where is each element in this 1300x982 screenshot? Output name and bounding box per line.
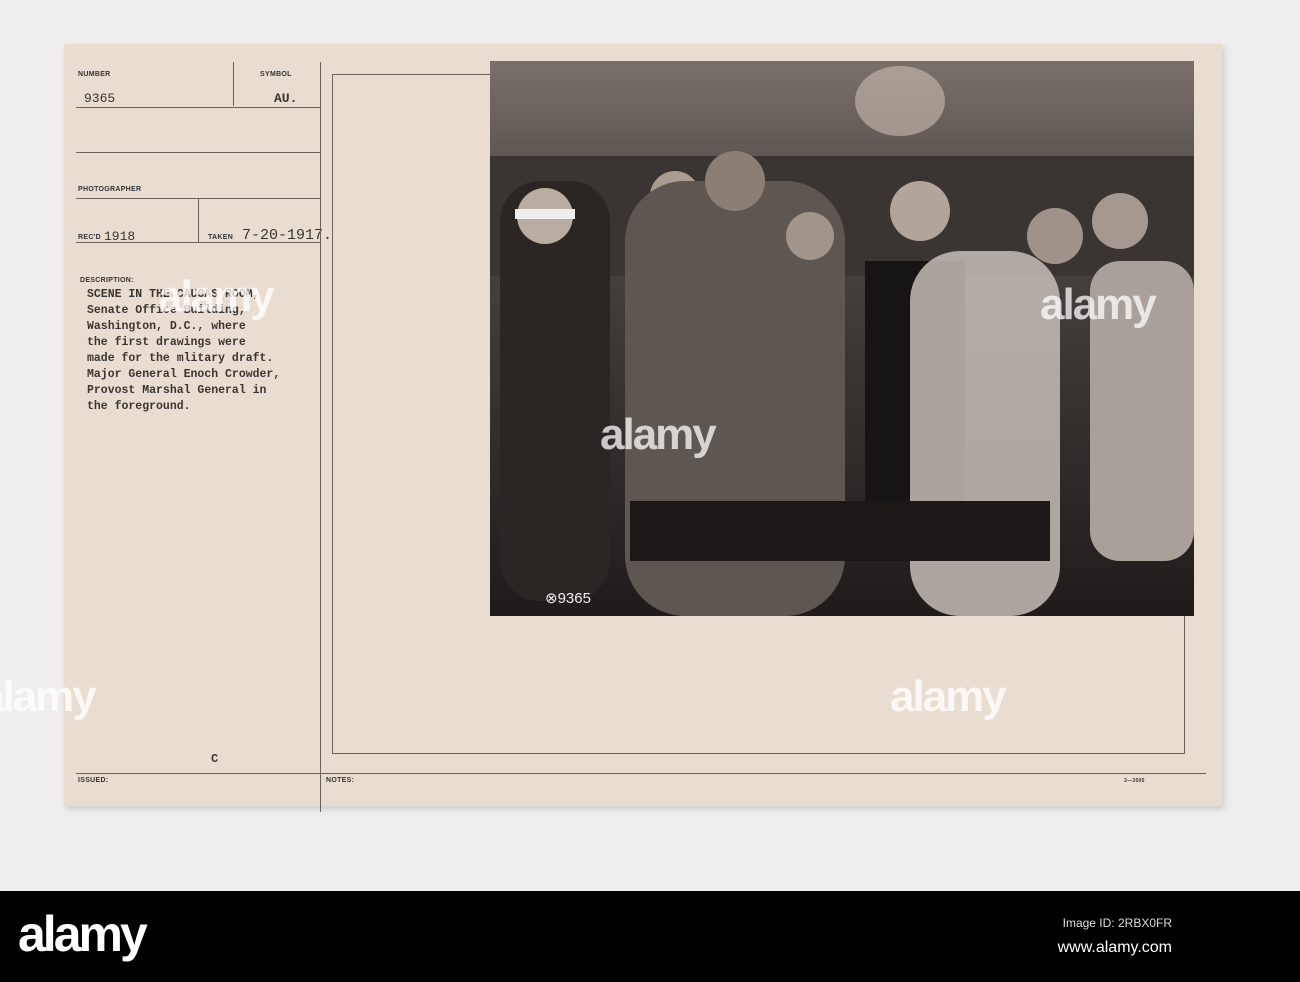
photo-caption: ⊗9365: [545, 590, 591, 607]
description-label: DESCRIPTION:: [80, 277, 134, 284]
number-label: NUMBER: [78, 71, 111, 78]
number-value: 9365: [84, 91, 116, 106]
photo-scene: [490, 61, 1194, 616]
symbol-value: AU.: [274, 91, 298, 106]
image-id: Image ID: 2RBX0FR: [1062, 916, 1172, 930]
alamy-logo: alamy: [18, 906, 148, 962]
issued-mark: C: [211, 752, 219, 766]
watermark: alamy: [890, 672, 1007, 721]
photographer-label: PHOTOGRAPHER: [78, 186, 142, 193]
watermark: alamy: [1040, 280, 1157, 329]
form-number: 3—3505: [1124, 778, 1145, 784]
recd-label: REC'D: [78, 234, 101, 241]
watermark: alamy: [0, 672, 97, 721]
footer-bar: alamy Image ID: 2RBX0FR www.alamy.com: [0, 891, 1300, 982]
alamy-url[interactable]: www.alamy.com: [1058, 939, 1172, 957]
historical-photo: ⊗9365: [490, 61, 1194, 616]
taken-label: TAKEN: [208, 234, 234, 241]
watermark: alamy: [158, 272, 275, 321]
notes-label: NOTES:: [326, 777, 355, 784]
symbol-label: SYMBOL: [260, 71, 292, 78]
watermark: alamy: [600, 410, 717, 459]
issued-label: ISSUED:: [78, 777, 109, 784]
